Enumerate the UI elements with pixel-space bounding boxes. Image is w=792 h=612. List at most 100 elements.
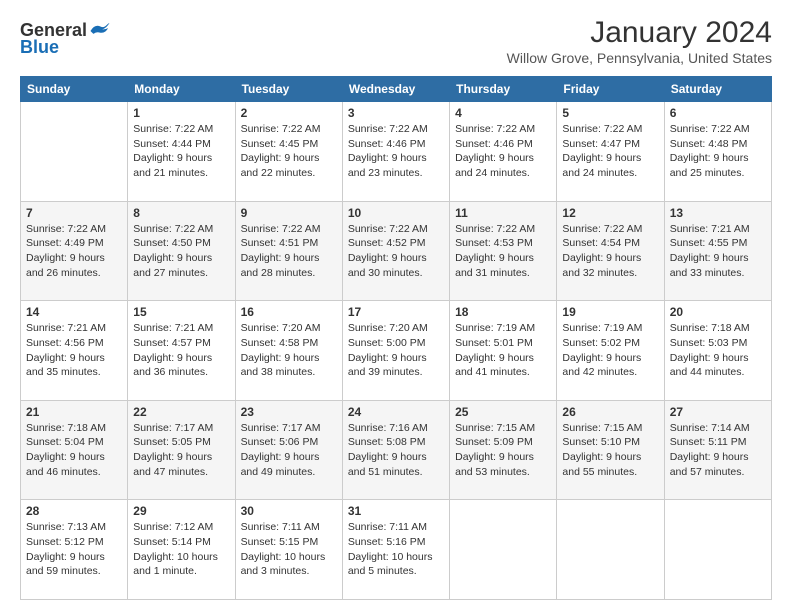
day-info: Daylight: 9 hours — [562, 151, 658, 166]
day-info: Daylight: 9 hours — [241, 251, 337, 266]
week-row-2: 7Sunrise: 7:22 AMSunset: 4:49 PMDaylight… — [21, 201, 772, 301]
col-monday: Monday — [128, 77, 235, 102]
day-cell — [21, 102, 128, 202]
day-cell: 6Sunrise: 7:22 AMSunset: 4:48 PMDaylight… — [664, 102, 771, 202]
day-info: Daylight: 9 hours — [241, 351, 337, 366]
day-info: Daylight: 9 hours — [455, 251, 551, 266]
day-info: and 39 minutes. — [348, 365, 444, 380]
day-info: Sunset: 4:56 PM — [26, 336, 122, 351]
day-info: Daylight: 10 hours — [133, 550, 229, 565]
week-row-1: 1Sunrise: 7:22 AMSunset: 4:44 PMDaylight… — [21, 102, 772, 202]
day-info: and 57 minutes. — [670, 465, 766, 480]
day-info: and 36 minutes. — [133, 365, 229, 380]
day-info: Sunset: 4:49 PM — [26, 236, 122, 251]
day-cell: 15Sunrise: 7:21 AMSunset: 4:57 PMDayligh… — [128, 301, 235, 401]
day-cell: 4Sunrise: 7:22 AMSunset: 4:46 PMDaylight… — [450, 102, 557, 202]
day-cell: 29Sunrise: 7:12 AMSunset: 5:14 PMDayligh… — [128, 500, 235, 600]
day-info: and 5 minutes. — [348, 564, 444, 579]
day-info: Sunrise: 7:21 AM — [670, 222, 766, 237]
day-number: 26 — [562, 405, 658, 419]
day-number: 31 — [348, 504, 444, 518]
header: General Blue January 2024 Willow Grove, … — [20, 16, 772, 66]
day-info: Sunset: 5:09 PM — [455, 435, 551, 450]
day-info: and 53 minutes. — [455, 465, 551, 480]
day-info: Daylight: 9 hours — [133, 251, 229, 266]
day-info: Daylight: 9 hours — [241, 151, 337, 166]
day-info: and 41 minutes. — [455, 365, 551, 380]
day-info: Sunset: 5:12 PM — [26, 535, 122, 550]
day-info: and 23 minutes. — [348, 166, 444, 181]
day-cell: 22Sunrise: 7:17 AMSunset: 5:05 PMDayligh… — [128, 400, 235, 500]
day-number: 20 — [670, 305, 766, 319]
col-thursday: Thursday — [450, 77, 557, 102]
day-number: 30 — [241, 504, 337, 518]
week-row-3: 14Sunrise: 7:21 AMSunset: 4:56 PMDayligh… — [21, 301, 772, 401]
header-row: Sunday Monday Tuesday Wednesday Thursday… — [21, 77, 772, 102]
day-info: Sunrise: 7:22 AM — [562, 122, 658, 137]
day-info: Sunrise: 7:20 AM — [241, 321, 337, 336]
day-number: 27 — [670, 405, 766, 419]
day-info: Sunrise: 7:22 AM — [562, 222, 658, 237]
day-info: and 28 minutes. — [241, 266, 337, 281]
day-info: Sunrise: 7:15 AM — [455, 421, 551, 436]
day-cell: 13Sunrise: 7:21 AMSunset: 4:55 PMDayligh… — [664, 201, 771, 301]
day-cell: 2Sunrise: 7:22 AMSunset: 4:45 PMDaylight… — [235, 102, 342, 202]
day-info: Sunrise: 7:11 AM — [348, 520, 444, 535]
day-info: Sunset: 5:10 PM — [562, 435, 658, 450]
day-info: Sunrise: 7:22 AM — [133, 222, 229, 237]
day-info: Sunrise: 7:14 AM — [670, 421, 766, 436]
day-info: Daylight: 10 hours — [348, 550, 444, 565]
day-info: Sunrise: 7:21 AM — [133, 321, 229, 336]
day-info: Daylight: 9 hours — [455, 151, 551, 166]
day-info: and 30 minutes. — [348, 266, 444, 281]
day-info: and 22 minutes. — [241, 166, 337, 181]
day-number: 29 — [133, 504, 229, 518]
day-info: Sunset: 4:45 PM — [241, 137, 337, 152]
day-info: Sunset: 4:44 PM — [133, 137, 229, 152]
day-info: Daylight: 9 hours — [26, 351, 122, 366]
page: General Blue January 2024 Willow Grove, … — [0, 0, 792, 612]
day-info: and 31 minutes. — [455, 266, 551, 281]
day-number: 21 — [26, 405, 122, 419]
day-cell: 17Sunrise: 7:20 AMSunset: 5:00 PMDayligh… — [342, 301, 449, 401]
day-info: Sunset: 4:55 PM — [670, 236, 766, 251]
day-info: Sunrise: 7:11 AM — [241, 520, 337, 535]
col-saturday: Saturday — [664, 77, 771, 102]
day-info: Sunrise: 7:22 AM — [455, 222, 551, 237]
day-info: Daylight: 9 hours — [455, 450, 551, 465]
day-info: Sunrise: 7:20 AM — [348, 321, 444, 336]
day-info: Sunrise: 7:17 AM — [133, 421, 229, 436]
day-number: 6 — [670, 106, 766, 120]
day-info: Daylight: 9 hours — [348, 251, 444, 266]
day-info: and 49 minutes. — [241, 465, 337, 480]
day-info: Sunset: 4:50 PM — [133, 236, 229, 251]
title-block: January 2024 Willow Grove, Pennsylvania,… — [507, 16, 772, 66]
day-info: and 3 minutes. — [241, 564, 337, 579]
day-info: and 59 minutes. — [26, 564, 122, 579]
day-cell: 30Sunrise: 7:11 AMSunset: 5:15 PMDayligh… — [235, 500, 342, 600]
day-info: and 55 minutes. — [562, 465, 658, 480]
subtitle: Willow Grove, Pennsylvania, United State… — [507, 50, 772, 66]
day-cell — [557, 500, 664, 600]
day-cell: 8Sunrise: 7:22 AMSunset: 4:50 PMDaylight… — [128, 201, 235, 301]
day-info: Sunrise: 7:22 AM — [241, 122, 337, 137]
day-number: 10 — [348, 206, 444, 220]
day-cell — [664, 500, 771, 600]
day-cell: 3Sunrise: 7:22 AMSunset: 4:46 PMDaylight… — [342, 102, 449, 202]
day-info: Daylight: 9 hours — [26, 251, 122, 266]
day-info: Sunrise: 7:15 AM — [562, 421, 658, 436]
day-cell: 24Sunrise: 7:16 AMSunset: 5:08 PMDayligh… — [342, 400, 449, 500]
day-cell: 7Sunrise: 7:22 AMSunset: 4:49 PMDaylight… — [21, 201, 128, 301]
day-info: Daylight: 9 hours — [348, 351, 444, 366]
day-info: Daylight: 9 hours — [670, 151, 766, 166]
day-cell: 16Sunrise: 7:20 AMSunset: 4:58 PMDayligh… — [235, 301, 342, 401]
day-info: Daylight: 9 hours — [562, 351, 658, 366]
day-info: Sunset: 5:02 PM — [562, 336, 658, 351]
day-info: Sunset: 5:04 PM — [26, 435, 122, 450]
day-cell: 12Sunrise: 7:22 AMSunset: 4:54 PMDayligh… — [557, 201, 664, 301]
day-info: Sunrise: 7:22 AM — [133, 122, 229, 137]
day-cell: 26Sunrise: 7:15 AMSunset: 5:10 PMDayligh… — [557, 400, 664, 500]
day-info: Sunrise: 7:21 AM — [26, 321, 122, 336]
day-cell: 28Sunrise: 7:13 AMSunset: 5:12 PMDayligh… — [21, 500, 128, 600]
day-info: Sunset: 5:11 PM — [670, 435, 766, 450]
